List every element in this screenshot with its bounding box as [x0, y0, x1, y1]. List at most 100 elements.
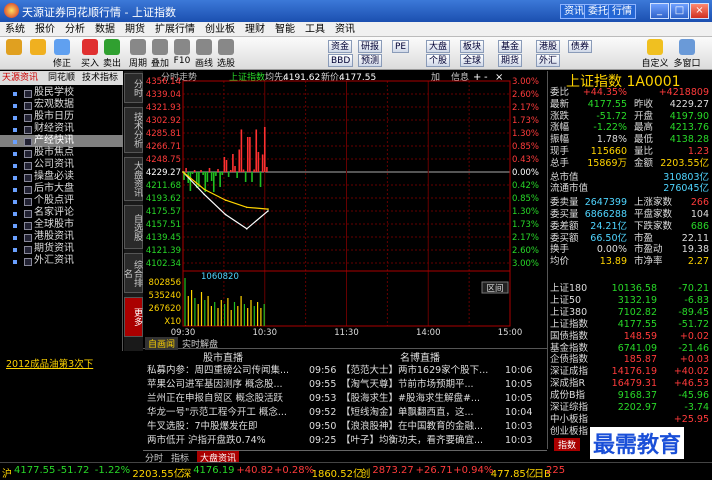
menu-data[interactable]: 数据 [90, 22, 120, 37]
toolbar-small-1[interactable]: 研报 [358, 40, 383, 53]
tree-item[interactable]: 全球股市 [0, 219, 123, 231]
menu-quote[interactable]: 报价 [30, 22, 60, 37]
vtab-3[interactable]: 自选股 [124, 205, 143, 249]
news-title[interactable]: 两市低开 沪指开盘跌0.74% [147, 434, 307, 447]
news-row[interactable]: 牛叉选股：7中股爆发在即 09:50 【浪浪股神】在中国教育的金融... 10:03 [143, 420, 547, 433]
news-title[interactable]: 牛叉选股：7中股爆发在即 [147, 420, 307, 433]
menu-futures[interactable]: 期货 [120, 22, 150, 37]
tree-item[interactable]: 产经快讯 [0, 135, 123, 147]
index-row[interactable]: 深证综指 2202.97 -3.74 [548, 402, 712, 413]
menu-smart[interactable]: 智能 [270, 22, 300, 37]
menu-extended[interactable]: 扩展行情 [150, 22, 200, 37]
toolbar-tool-4[interactable]: 卖出 [102, 39, 122, 69]
index-row[interactable]: 深成指R 16479.31 +46.53 [548, 378, 712, 389]
toolbar-small-6[interactable]: 港股 [536, 40, 561, 53]
close-icon[interactable]: × [690, 3, 709, 19]
index-row[interactable]: 深证成指 14176.19 +40.02 [548, 366, 712, 377]
news-row[interactable]: 两市低开 沪指开盘跌0.74% 09:25 【叶子】均衡功夫，看齐要确宜... 10:… [143, 434, 547, 447]
toolbar-small-13[interactable]: 外汇 [536, 54, 561, 67]
menu-analysis[interactable]: 分析 [60, 22, 90, 37]
toolbar-tool-7[interactable]: F10 [172, 39, 192, 66]
index-row[interactable]: 基金指数 6741.09 -21.46 [548, 343, 712, 354]
index-row[interactable]: 国债指数 148.59 +0.02 [548, 331, 712, 342]
tab-tianyuan-news[interactable]: 天源资讯 [2, 72, 38, 84]
market-button[interactable]: 行情 [608, 4, 636, 19]
toolbar-tool-0[interactable] [4, 39, 24, 56]
minimize-icon[interactable]: _ [650, 3, 669, 19]
vtab-5[interactable]: 更多 [124, 297, 143, 337]
tree-item[interactable]: 港股资讯 [0, 231, 123, 243]
toolbar-small-8[interactable]: BBD [328, 54, 354, 67]
toolbar-small-4[interactable]: 板块 [460, 40, 485, 53]
blog-title[interactable]: 【股海求生】#股海求生解盘#... [341, 392, 501, 405]
toolbar-tool-3[interactable]: 买入 [80, 39, 100, 69]
index-row[interactable]: 成份B指 9168.37 -45.96 [548, 390, 712, 401]
toolbar-tool-5[interactable]: 周期 [128, 39, 148, 69]
menu-system[interactable]: 系统 [0, 22, 30, 37]
blog-title[interactable]: 【范范大士】两市1629家个股下... [341, 364, 501, 377]
vtab-1[interactable]: 技术分析 [124, 107, 143, 153]
toolbar-tool-8[interactable]: 画线 [194, 39, 214, 69]
index-row[interactable]: 企债指数 185.87 +0.03 [548, 354, 712, 365]
tree-item[interactable]: 股民学校 [0, 87, 123, 99]
news-title[interactable]: 私募内参：周四重磅公司传闻集... [147, 364, 307, 377]
tab-tech-indicator[interactable]: 技术指标 [82, 72, 118, 84]
toolbar-small-7[interactable]: 债券 [568, 40, 593, 53]
left-news-link[interactable]: 2012成品油第3次下 [6, 356, 93, 370]
tree-item[interactable]: 股市焦点 [0, 147, 123, 159]
toolbar-tool-6[interactable]: 叠加 [150, 39, 170, 69]
blog-title[interactable]: 【浪浪股神】在中国教育的金融... [341, 420, 501, 433]
blog-title[interactable]: 【叶子】均衡功夫，看齐要确宜... [341, 434, 501, 447]
index-row[interactable]: 上证180 10136.58 -70.21 [548, 283, 712, 294]
blog-title[interactable]: 【淘气天尊】节前市场预期平... [341, 378, 501, 391]
news-row[interactable]: 华龙一号"示范工程今开工 概念... 09:52 【短线淘金】单飘翻西直，这... 1… [143, 406, 547, 419]
toolbar-tool-2[interactable]: 修正 [52, 39, 72, 69]
news-row[interactable]: 私募内参：周四重磅公司传闻集... 09:56 【范范大士】两市1629家个股下..… [143, 364, 547, 377]
vtab-0[interactable]: 分时 [124, 73, 143, 103]
tree-item[interactable]: 宏观数据 [0, 99, 123, 111]
toolbar-small-3[interactable]: 大盘 [426, 40, 451, 53]
toolbar-small-10[interactable]: 个股 [426, 54, 451, 67]
news-title[interactable]: 苹果公司进军基因测序 概念股... [147, 378, 307, 391]
tree-item[interactable]: 外汇资讯 [0, 255, 123, 267]
menu-tools[interactable]: 工具 [300, 22, 330, 37]
tree-item[interactable]: 股市日历 [0, 111, 123, 123]
toolbar-tool-9[interactable]: 选股 [216, 39, 236, 69]
toolbar-small-11[interactable]: 全球 [460, 54, 485, 67]
toolbar-right-1[interactable]: 多窗口 [672, 39, 702, 69]
tree-item[interactable]: 公司资讯 [0, 159, 123, 171]
toolbar-small-9[interactable]: 预测 [358, 54, 383, 67]
tree-item[interactable]: 期货资讯 [0, 243, 123, 255]
tab-tonghuashun[interactable]: 同花顺 [48, 72, 75, 84]
index-row[interactable]: 中小板指 +25.95 [548, 414, 712, 425]
quote-bottom-tab[interactable]: 指数 [554, 438, 581, 451]
tree-item[interactable]: 后市大盘 [0, 183, 123, 195]
news-row[interactable]: 苹果公司进军基因测序 概念股... 09:55 【淘气天尊】节前市场预期平... 10… [143, 378, 547, 391]
region-label[interactable]: 区间 [486, 284, 503, 294]
toolbar-small-2[interactable]: PE [392, 40, 410, 53]
menu-finance[interactable]: 理财 [240, 22, 270, 37]
menu-gem[interactable]: 创业板 [200, 22, 240, 37]
intraday-chart[interactable]: 分时走势 上证指数 均先: 4191.62 新价: 4177.55 加信息 + - × 4356.1… [143, 71, 547, 338]
news-title[interactable]: 华龙一号"示范工程今开工 概念... [147, 406, 307, 419]
tree-item[interactable]: 个股点评 [0, 195, 123, 207]
blog-title[interactable]: 【短线淘金】单飘翻西直，这... [341, 406, 501, 419]
toolbar-right-0[interactable]: 自定义 [640, 39, 670, 69]
vtab-4[interactable]: 综合排名 [122, 253, 143, 293]
news-title[interactable]: 兰州正在申报自贸区 概念股活跃 [147, 392, 307, 405]
index-row[interactable]: 上证指数 4177.55 -51.72 [548, 319, 712, 330]
toolbar-small-5[interactable]: 基金 [498, 40, 523, 53]
tree-item[interactable]: 操盘必读 [0, 171, 123, 183]
tree-item[interactable]: 财经资讯 [0, 123, 123, 135]
news-tab-1[interactable]: 自画闻 [145, 337, 179, 350]
toolbar-small-0[interactable]: 资金 [328, 40, 353, 53]
toolbar-tool-1[interactable] [28, 39, 48, 56]
toolbar-small-12[interactable]: 期货 [498, 54, 523, 67]
index-row[interactable]: 上证380 7102.82 -89.45 [548, 307, 712, 318]
menu-news[interactable]: 资讯 [330, 22, 360, 37]
news-row[interactable]: 兰州正在申报自贸区 概念股活跃 09:53 【股海求生】#股海求生解盘#... 10:… [143, 392, 547, 405]
index-row[interactable]: 上证50 3132.19 -6.83 [548, 295, 712, 306]
tree-item[interactable]: 名家评论 [0, 207, 123, 219]
vtab-2[interactable]: 大盘资讯 [124, 157, 143, 201]
maximize-icon[interactable]: □ [670, 3, 689, 19]
